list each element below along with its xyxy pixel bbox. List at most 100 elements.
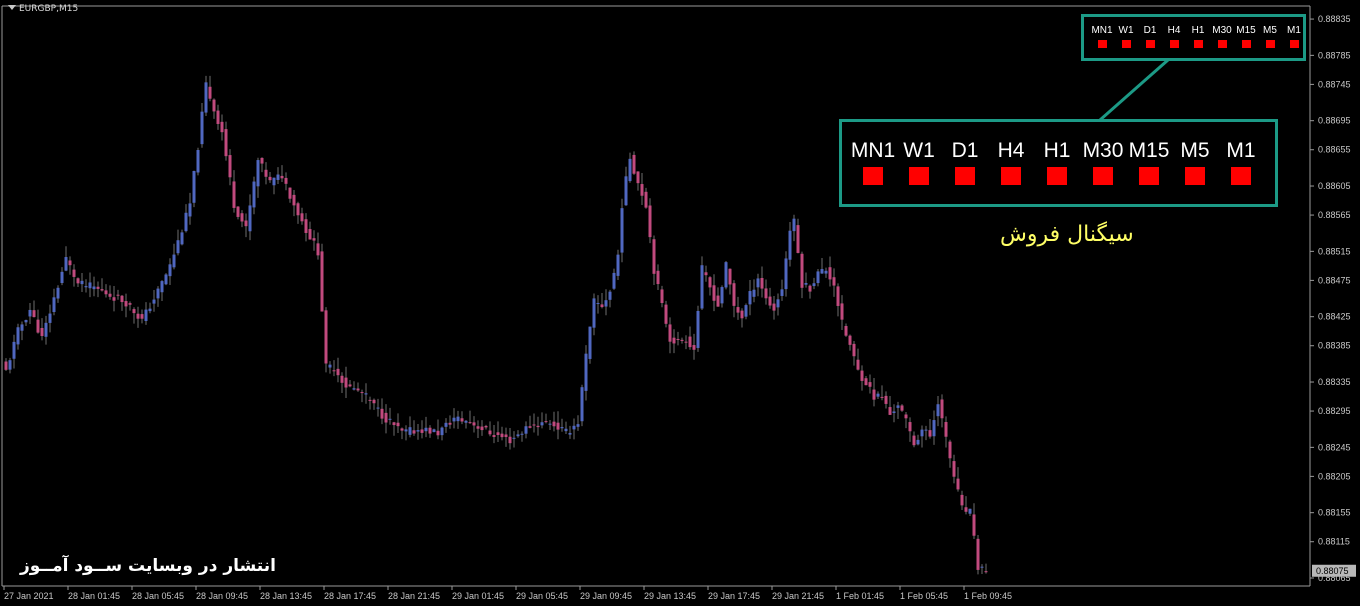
candle-body (849, 336, 852, 345)
signal-cell-h4: H4 (1162, 25, 1186, 48)
symbol-text: EURGBP,M15 (19, 4, 78, 14)
timeframe-label: M30 (1083, 139, 1124, 163)
candle-body (341, 376, 344, 383)
candle-body (629, 159, 632, 181)
candle-body (49, 314, 52, 323)
candle-body (281, 176, 284, 178)
candle-body (61, 272, 64, 283)
candle-body (201, 112, 204, 144)
candle-body (305, 219, 308, 233)
candle-body (597, 303, 600, 304)
sell-signal-label: سیگنال فروش (1000, 222, 1134, 247)
timeframe-label: M1 (1287, 25, 1301, 37)
candle-body (269, 177, 272, 180)
price-chart[interactable]: 0.888350.887850.887450.886950.886550.886… (0, 0, 1360, 606)
candle-body (973, 514, 976, 535)
candle-body (801, 254, 804, 288)
candle-body (489, 431, 492, 435)
sell-signal-square (1098, 40, 1107, 48)
candle-body (117, 295, 120, 296)
candle-body (817, 271, 820, 283)
candle-body (181, 232, 184, 244)
candle-body (317, 243, 320, 255)
price-tick-label: 0.88475 (1318, 275, 1351, 285)
candle-body (385, 413, 388, 423)
candle-body (205, 82, 208, 112)
candle-body (353, 388, 356, 389)
dropdown-arrow-icon[interactable] (8, 5, 16, 10)
candle-body (389, 419, 392, 420)
candle-body (233, 181, 236, 207)
candle-body (805, 283, 808, 285)
sell-signal-square (1185, 167, 1205, 185)
timeframe-label: M30 (1212, 25, 1231, 37)
candle-body (125, 301, 128, 306)
candle-body (621, 208, 624, 252)
candle-body (933, 420, 936, 436)
candle-body (25, 320, 28, 322)
signal-panel-small: MN1W1D1H4H1M30M15M5M1 (1081, 14, 1306, 61)
signal-cell-mn1: MN1 (850, 139, 896, 185)
candle-body (893, 411, 896, 413)
candle-body (885, 396, 888, 404)
candle-body (941, 399, 944, 418)
price-tick-label: 0.88655 (1318, 145, 1351, 155)
chart-symbol-label[interactable]: EURGBP,M15 (8, 4, 78, 14)
candle-body (121, 296, 124, 302)
candle-body (465, 421, 468, 423)
candle-body (97, 287, 100, 289)
time-tick-label: 28 Jan 17:45 (324, 591, 376, 601)
candle-body (873, 390, 876, 400)
candle-body (169, 264, 172, 276)
candle-body (857, 360, 860, 370)
candle-body (101, 289, 104, 290)
candle-body (173, 255, 176, 268)
price-tick-label: 0.88605 (1318, 181, 1351, 191)
candle-body (853, 344, 856, 356)
timeframe-label: H4 (998, 139, 1025, 163)
candle-body (653, 239, 656, 274)
candle-body (161, 281, 164, 292)
signal-cell-h4: H4 (988, 139, 1034, 185)
signal-connector-line (1100, 60, 1168, 120)
candle-body (197, 150, 200, 172)
candle-body (277, 175, 280, 180)
candle-body (237, 207, 240, 217)
candle-body (881, 397, 884, 398)
candle-body (793, 219, 796, 231)
candle-body (393, 422, 396, 425)
price-tick-label: 0.88335 (1318, 377, 1351, 387)
candle-body (77, 278, 80, 283)
candle-body (505, 434, 508, 437)
candle-body (861, 371, 864, 381)
candle-body (261, 158, 264, 164)
candle-body (293, 195, 296, 205)
price-tick-label: 0.88245 (1318, 442, 1351, 452)
candle-body (13, 342, 16, 359)
signal-panel-large: MN1W1D1H4H1M30M15M5M1 (839, 119, 1278, 207)
publisher-watermark: انتشار در وبسایت ســود آمــوز (20, 556, 276, 576)
candle-body (85, 286, 88, 287)
candle-body (545, 421, 548, 422)
candle-body (577, 424, 580, 427)
candle-body (541, 422, 544, 425)
candle-body (57, 288, 60, 299)
candle-body (869, 382, 872, 387)
candle-body (345, 378, 348, 388)
candle-body (509, 437, 512, 443)
candle-body (641, 184, 644, 196)
candle-body (165, 274, 168, 284)
candle-body (877, 394, 880, 397)
timeframe-label: W1 (1119, 25, 1134, 37)
candle-body (373, 400, 376, 403)
candle-body (405, 429, 408, 431)
signal-cell-m1: M1 (1218, 139, 1264, 185)
candle-body (665, 305, 668, 324)
candle-body (441, 428, 444, 436)
candle-body (669, 324, 672, 341)
time-axis: 27 Jan 202128 Jan 01:4528 Jan 05:4528 Ja… (4, 586, 1012, 601)
sell-signal-square (955, 167, 975, 185)
candle-body (517, 434, 520, 436)
candle-body (529, 426, 532, 428)
price-tick-label: 0.88745 (1318, 79, 1351, 89)
